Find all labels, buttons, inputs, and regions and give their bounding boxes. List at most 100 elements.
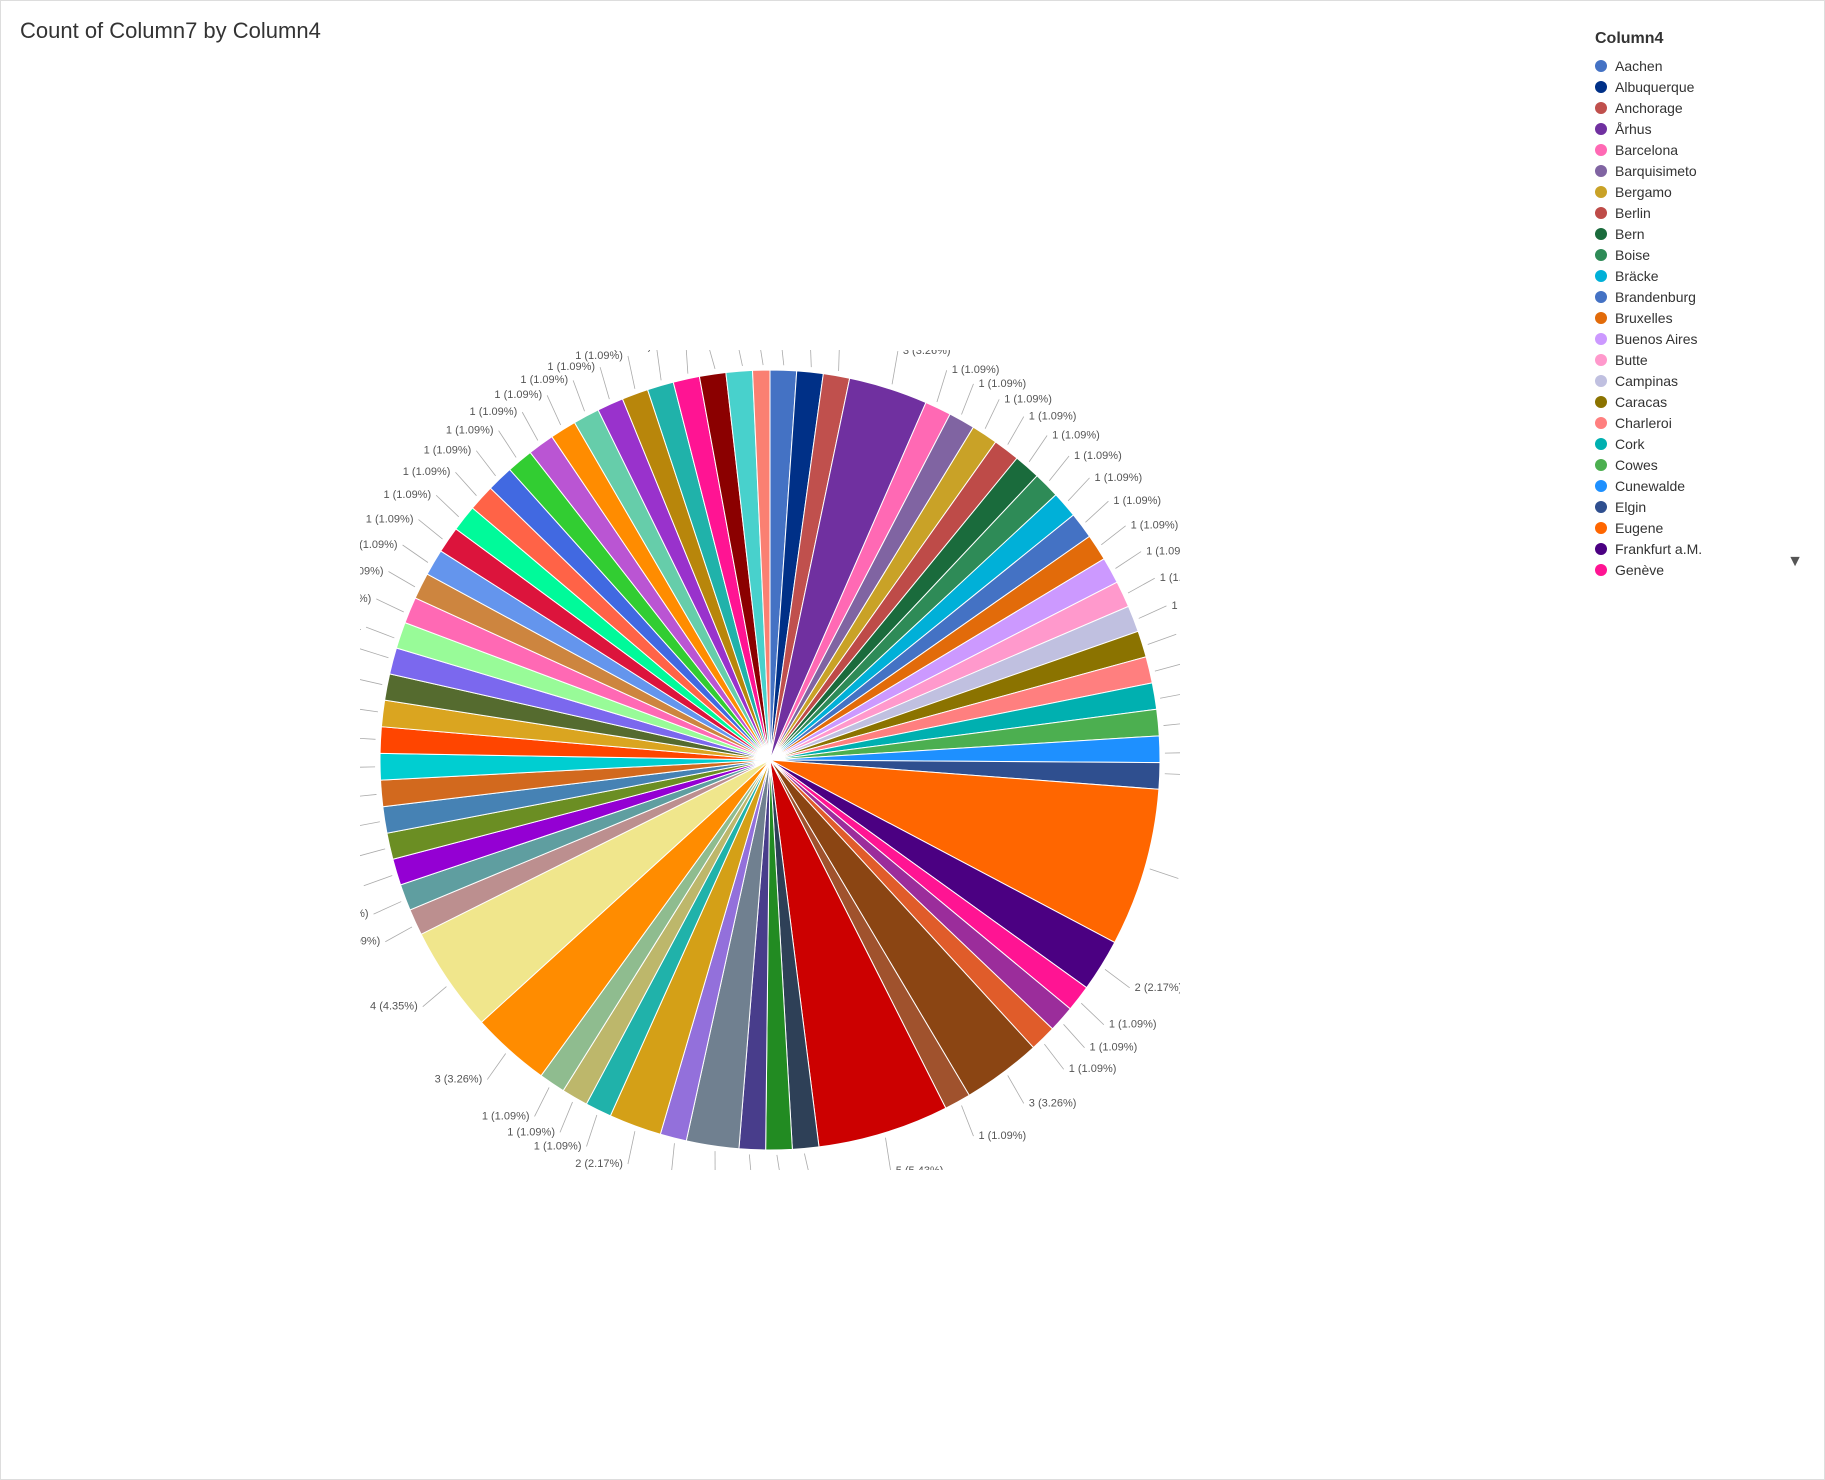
pie-label-line [1165,774,1180,775]
legend-color-dot [1595,312,1607,324]
legend-item-label: Genève [1615,562,1664,578]
pie-label-line [735,350,742,366]
legend-item-label: Caracas [1615,394,1667,410]
legend-item-label: Berlin [1615,205,1651,221]
pie-label-line [937,370,947,402]
pie-label: 1 (1.09%) [360,565,384,577]
pie-label-line [360,822,380,827]
pie-label-line [360,794,377,797]
legend-item-label: Bruxelles [1615,310,1673,326]
legend-item-label: Bräcke [1615,268,1659,284]
pie-label-line [1163,723,1180,726]
legend-item: Genève [1595,562,1815,578]
legend-item: Barcelona [1595,142,1815,158]
pie-label: 1 (1.09%) [1109,1019,1157,1031]
pie-label: 1 (1.09%) [360,593,371,605]
legend-item-label: Cork [1615,436,1645,452]
pie-label: 3 (3.26%) [903,350,951,357]
pie-label-line [360,678,382,685]
legend-color-dot [1595,438,1607,450]
pie-label-line [1165,752,1180,753]
legend-item: Bräcke [1595,268,1815,284]
pie-label-line [839,350,840,371]
legend-item: Cunewalde [1595,478,1815,494]
pie-label-line [360,649,388,658]
pie-label-line [961,384,973,415]
legend-item: Caracas [1595,394,1815,410]
pie-label-line [360,708,378,712]
pie-label-line [499,431,516,458]
legend-item: Cowes [1595,457,1815,473]
pie-label: 1 (1.09%) [978,1130,1026,1142]
legend-color-dot [1595,249,1607,261]
scroll-down-icon[interactable]: ▼ [1785,553,1805,573]
pie-label-line [476,451,495,476]
pie-label-line [1068,478,1089,501]
legend-title: Column4 [1595,30,1815,48]
legend-item-label: Campinas [1615,373,1678,389]
legend-color-dot [1595,207,1607,219]
legend-item-label: Albuquerque [1615,79,1694,95]
pie-label-line [522,412,538,440]
legend-color-dot [1595,228,1607,240]
pie-label-line [360,737,376,739]
legend-item: Barquisimeto [1595,163,1815,179]
pie-label-line [535,1087,550,1116]
legend-color-dot [1595,333,1607,345]
legend-item: Charleroi [1595,415,1815,431]
pie-label-line [1155,663,1180,671]
legend-item: Albuquerque [1595,79,1815,95]
pie-label-line [1139,606,1167,619]
pie-label: 3 (3.26%) [1029,1097,1077,1109]
pie-label: 1 (1.09%) [1171,600,1180,612]
pie-label-line [360,767,375,768]
pie-label-line [1008,1075,1024,1103]
pie-label-line [560,1102,573,1132]
legend-color-dot [1595,60,1607,72]
legend-item: Butte [1595,352,1815,368]
pie-wrapper: 1 (1.09%) 1 (1.09%) 1 (1.09%) 3 (3.26%) 1 (1… [360,350,1180,1170]
pie-label-line [376,599,403,612]
pie-label: 1 (1.09%) [366,513,414,525]
pie-label-line [885,1138,890,1170]
legend-color-dot [1595,564,1607,576]
pie-label-line [757,350,763,365]
pie-chart: 1 (1.09%) 1 (1.09%) 1 (1.09%) 3 (3.26%) 1 (1… [360,350,1180,1170]
pie-label: 2 (2.17%) [1135,982,1180,994]
pie-label: 1 (1.09%) [360,539,398,551]
legend-item-label: Brandenburg [1615,289,1696,305]
pie-label-line [389,572,415,587]
pie-label: 1 (1.09%) [482,1110,530,1122]
legend-item: Berlin [1595,205,1815,221]
pie-label: 1 (1.09%) [1160,572,1180,584]
pie-label-line [628,356,635,389]
pie-label: 1 (1.09%) [507,1126,555,1138]
legend-item-label: Buenos Aires [1615,331,1698,347]
pie-label: 1 (1.09%) [494,389,542,401]
pie-label: 1 (1.09%) [360,908,369,920]
pie-label-line [656,350,661,380]
legend-item: Bergamo [1595,184,1815,200]
legend-item: Elgin [1595,499,1815,515]
legend-item: Århus [1595,121,1815,137]
pie-label-line [1081,1003,1104,1025]
pie-label-line [1029,435,1047,461]
pie-label-line [587,1115,597,1146]
pie-label-line [985,399,999,428]
legend-color-dot [1595,396,1607,408]
legend-item: Buenos Aires [1595,331,1815,347]
legend-item-label: Barquisimeto [1615,163,1697,179]
legend-color-dot [1595,165,1607,177]
pie-label-line [600,367,609,399]
pie-label-line [487,1054,505,1080]
legend-color-dot [1595,186,1607,198]
legend-color-dot [1595,459,1607,471]
legend-item-label: Cunewalde [1615,478,1685,494]
legend-color-dot [1595,354,1607,366]
legend-item: Campinas [1595,373,1815,389]
legend-item: Boise [1595,247,1815,263]
legend-color-dot [1595,81,1607,93]
pie-label-line [360,849,385,857]
legend-item: Brandenburg [1595,289,1815,305]
legend-color-dot [1595,417,1607,429]
